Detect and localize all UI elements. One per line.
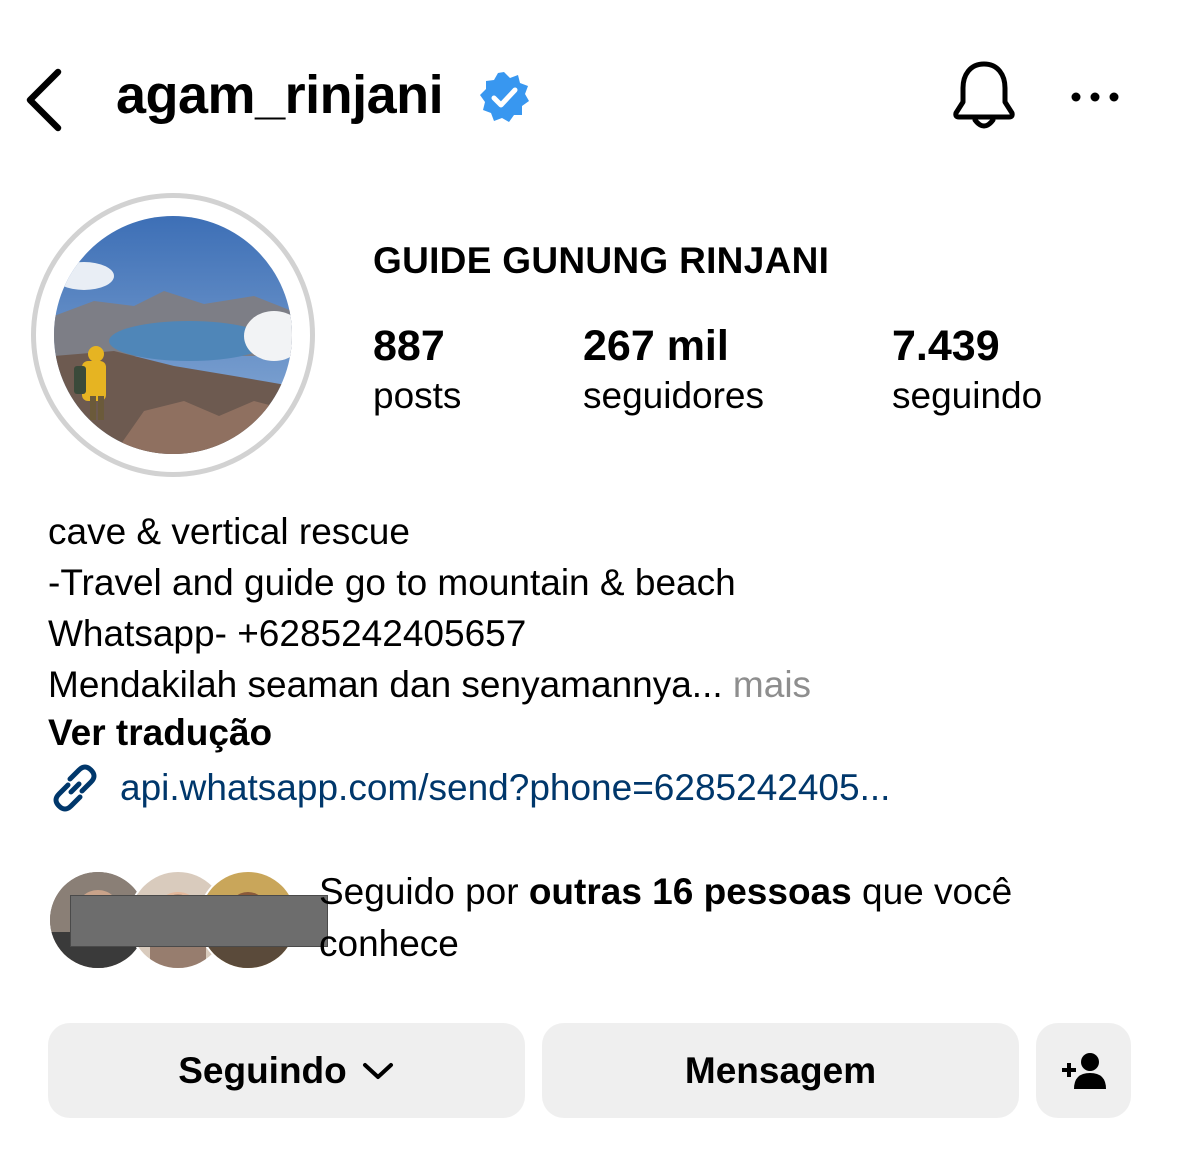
message-button[interactable]: Mensagem [542,1023,1019,1118]
profile-username: agam_rinjani [116,65,444,125]
followers-value: 267 mil [583,322,729,370]
avatar-image [54,216,292,454]
posts-value: 887 [373,322,445,370]
profile-page: agam_rinjani GUIDE GUNUNG RINJANI 887 po… [0,0,1179,1163]
bio-line-text: Mendakilah seaman dan senyamannya... [48,664,723,705]
bio-link-text: api.whatsapp.com/send?phone=6285242405..… [120,767,891,808]
posts-label: posts [373,375,462,416]
bio-line: cave & vertical rescue [48,511,410,552]
bio-line: Whatsapp- +6285242405657 [48,613,527,654]
add-person-icon [1061,1052,1106,1089]
profile-picture[interactable] [31,193,315,477]
more-link[interactable]: mais [733,664,811,705]
more-icon [1071,92,1119,102]
following-button-label: Seguindo [178,1049,347,1091]
posts-count[interactable]: 887 posts [373,318,461,418]
chevron-down-icon [362,1062,393,1079]
bell-icon [953,61,1015,129]
notifications-button[interactable] [948,58,1020,134]
bio-line: -Travel and guide go to mountain & beach [48,562,736,603]
following-count[interactable]: 7.439 seguindo [892,318,1042,418]
bio: cave & vertical rescue -Travel and guide… [48,506,811,710]
display-name: GUIDE GUNUNG RINJANI [373,240,830,281]
bio-link[interactable]: api.whatsapp.com/send?phone=6285242405..… [46,760,890,816]
back-button[interactable] [20,60,80,135]
followers-label: seguidores [583,375,765,416]
bio-line-truncated: Mendakilah seaman dan senyamannya... mai… [48,659,811,710]
chevron-left-icon [26,68,62,132]
see-translation-link[interactable]: Ver tradução [48,708,272,758]
verified-badge-icon [480,72,529,122]
followers-count[interactable]: 267 mil seguidores [583,318,764,418]
following-button[interactable]: Seguindo [48,1023,525,1118]
mountain-photo [54,216,292,454]
followed-by-text[interactable]: Seguido por outras 16 pessoas que você c… [319,866,1119,970]
suggest-people-button[interactable] [1036,1023,1131,1118]
following-value: 7.439 [892,322,1000,370]
followed-by-count: outras 16 pessoas [528,871,852,912]
link-icon [53,764,97,812]
followed-by-prefix: Seguido por [319,871,529,912]
redaction-bar [70,895,328,947]
more-options-button[interactable] [1060,80,1128,114]
following-label: seguindo [892,375,1043,416]
message-button-label: Mensagem [684,1049,877,1091]
mutual-followers-avatars[interactable] [48,870,328,970]
